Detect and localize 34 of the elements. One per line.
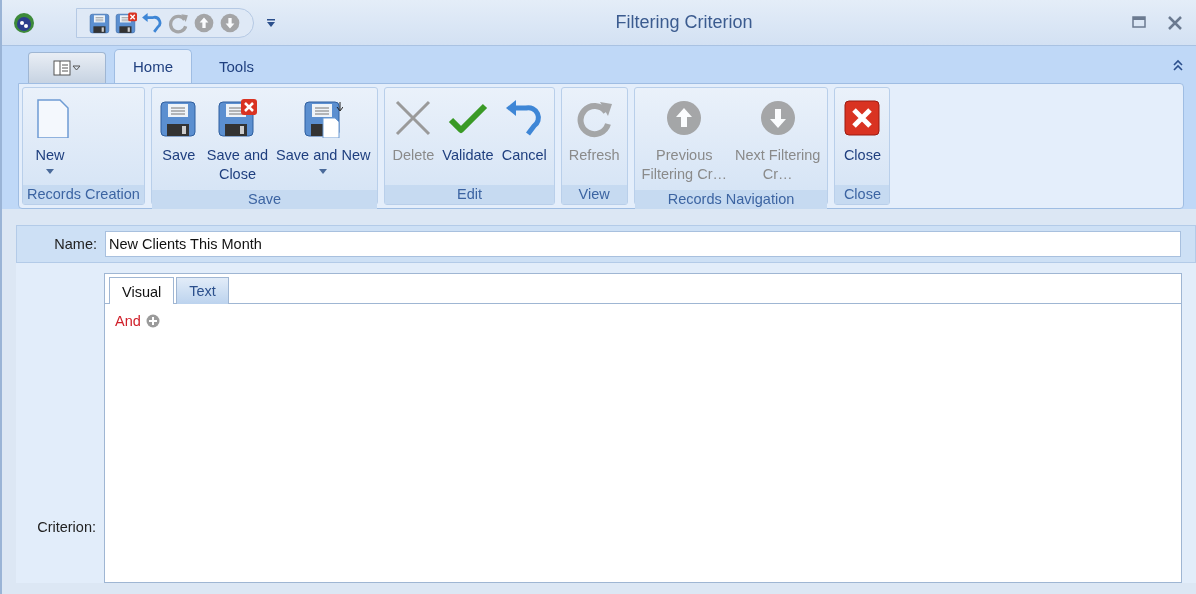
group-caption: Records Navigation [634,190,828,209]
ribbon-button[interactable]: Validate [439,92,497,185]
add-condition-icon[interactable] [145,314,160,328]
ribbon-tab[interactable]: Home [114,49,192,83]
collapse-ribbon-icon[interactable] [1172,58,1184,71]
name-field[interactable]: New Clients This Month [105,231,1181,257]
name-label: Name: [53,236,97,252]
editor-tab[interactable]: Visual [109,277,175,304]
customize-dropdown-icon[interactable] [266,17,276,28]
ribbon-button[interactable]: Cancel [498,92,550,185]
ribbon-button[interactable]: Save [155,92,202,190]
panel-dropdown-icon [53,60,81,76]
window-title: Filtering Criterion [614,12,754,33]
maximize-icon[interactable] [1132,15,1146,28]
ribbon-button[interactable]: Save and Close [203,92,272,190]
application-menu-button[interactable] [28,52,106,83]
ribbon-button[interactable]: New [27,92,73,185]
group-operator-link[interactable]: And [115,313,141,329]
close-icon [842,98,883,138]
floppy-disk-with-x-icon [217,98,258,138]
ribbon-tab[interactable]: Tools [200,49,274,83]
criterion-label: Criterion: [36,519,96,535]
group-caption: Records Creation [23,185,144,204]
group-caption: Edit [385,185,554,204]
floppy-disk-with-x-icon[interactable] [115,11,137,34]
ribbon-button[interactable]: Save and New [273,92,374,190]
app-logo-icon[interactable] [12,10,36,35]
close-icon[interactable] [1168,15,1182,30]
group-caption: Close [835,185,890,204]
ribbon-button[interactable]: Close [839,92,886,185]
floppy-disk-with-page-icon [303,98,344,138]
editor-tab[interactable]: Text [176,277,229,304]
group-caption: View [561,185,627,204]
group-caption: Save [151,190,378,209]
